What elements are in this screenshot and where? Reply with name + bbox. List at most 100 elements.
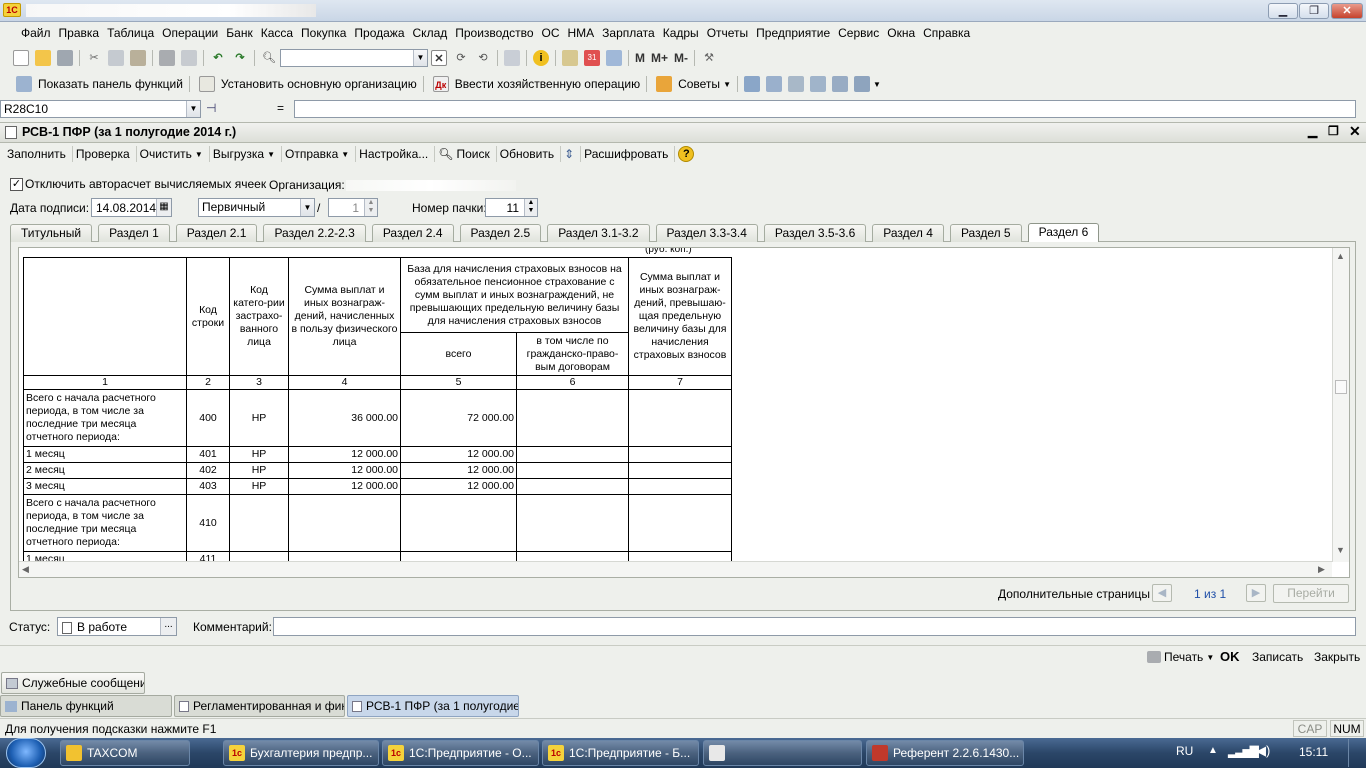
tools-icon[interactable]: ⚒ bbox=[701, 50, 717, 66]
set-main-org-button[interactable]: Установить основную организацию bbox=[193, 76, 420, 92]
report-icon[interactable] bbox=[831, 76, 848, 92]
ellipsis-icon[interactable]: ... bbox=[160, 618, 176, 635]
print-icon[interactable] bbox=[159, 50, 175, 66]
scroll-down-icon[interactable]: ▼ bbox=[1336, 545, 1345, 555]
chevron-down-icon[interactable]: ▼ bbox=[186, 101, 200, 117]
menu-purchase[interactable]: Покупка bbox=[297, 22, 350, 44]
vertical-scrollbar[interactable]: ▲ ▼ bbox=[1332, 248, 1349, 562]
find-icon[interactable]: 🔍︎ bbox=[261, 50, 277, 66]
expand-collapse-button[interactable]: ⇕ bbox=[561, 146, 582, 162]
reg-reports-tab[interactable]: Регламентированная и фин... bbox=[174, 695, 345, 717]
tray-expand-icon[interactable]: ▲ bbox=[1208, 745, 1218, 756]
menu-table[interactable]: Таблица bbox=[103, 22, 158, 44]
menu-file[interactable]: Файл bbox=[17, 22, 55, 44]
payroll-icon[interactable] bbox=[787, 76, 804, 92]
memory-m-button[interactable]: M bbox=[632, 51, 648, 65]
restore-button[interactable]: ❐ bbox=[1299, 3, 1329, 19]
new-icon[interactable] bbox=[13, 50, 29, 66]
copy-icon[interactable] bbox=[108, 50, 124, 66]
pin-icon[interactable]: ⊣ bbox=[206, 101, 216, 115]
menu-fixed-assets[interactable]: ОС bbox=[538, 22, 564, 44]
bank-icon[interactable] bbox=[743, 76, 760, 92]
horizontal-scrollbar[interactable]: ◀ ▶ bbox=[19, 561, 1332, 577]
menu-edit[interactable]: Правка bbox=[55, 22, 104, 44]
calendar-icon[interactable]: ▦ bbox=[156, 199, 171, 216]
scroll-right-icon[interactable]: ▶ bbox=[1318, 564, 1325, 575]
start-button[interactable] bbox=[6, 738, 46, 768]
tab-section-4[interactable]: Раздел 4 bbox=[872, 224, 944, 242]
menu-reports[interactable]: Отчеты bbox=[703, 22, 752, 44]
taskbar-taxcom[interactable]: TAXCOM bbox=[60, 740, 190, 766]
tab-section-2-2-2-3[interactable]: Раздел 2.2-2.3 bbox=[263, 224, 366, 242]
menu-bank[interactable]: Банк bbox=[222, 22, 256, 44]
search-combo[interactable]: ▼ bbox=[280, 49, 428, 67]
clear-button[interactable]: Очистить ▼ bbox=[137, 146, 210, 162]
export-button[interactable]: Выгрузка ▼ bbox=[210, 146, 282, 162]
scroll-left-icon[interactable]: ◀ bbox=[22, 564, 29, 575]
tab-section-6[interactable]: Раздел 6 bbox=[1027, 223, 1100, 242]
comment-field[interactable] bbox=[273, 617, 1356, 636]
settings-button[interactable]: Настройка... bbox=[356, 146, 436, 162]
taskbar-referent[interactable]: Референт 2.2.6.1430... bbox=[866, 740, 1024, 766]
refresh-button[interactable]: Обновить bbox=[497, 146, 562, 162]
clock[interactable]: 15:11 bbox=[1299, 745, 1328, 759]
tab-section-5[interactable]: Раздел 5 bbox=[949, 224, 1022, 242]
find-next-icon[interactable]: ⟳ bbox=[453, 50, 469, 66]
prev-page-button[interactable]: ◀ bbox=[1152, 584, 1172, 602]
network-icon[interactable]: ▂▃▅▇ bbox=[1228, 744, 1259, 758]
function-panel-tab[interactable]: Панель функций bbox=[0, 695, 172, 717]
menu-help[interactable]: Справка bbox=[919, 22, 974, 44]
autocalc-checkbox[interactable]: ✓ bbox=[10, 177, 23, 191]
doc-restore-button[interactable]: ❐ bbox=[1328, 124, 1339, 138]
menu-cash[interactable]: Касса bbox=[257, 22, 297, 44]
windows-icon[interactable] bbox=[504, 50, 520, 66]
calculator-icon[interactable] bbox=[562, 50, 578, 66]
goto-button[interactable]: Перейти bbox=[1273, 584, 1349, 603]
organization-value-redacted[interactable] bbox=[346, 180, 516, 191]
save-disk-icon[interactable] bbox=[57, 50, 73, 66]
language-indicator[interactable]: RU bbox=[1176, 744, 1193, 758]
cut-icon[interactable]: ✂ bbox=[86, 50, 102, 66]
info-icon[interactable]: i bbox=[533, 50, 549, 66]
next-page-button[interactable]: ▶ bbox=[1246, 584, 1266, 602]
print-button[interactable]: Печать ▼ bbox=[1147, 650, 1214, 664]
show-function-panel-button[interactable]: Показать панель функций bbox=[10, 76, 186, 92]
decode-button[interactable]: Расшифровать bbox=[581, 146, 676, 162]
preview-icon[interactable] bbox=[181, 50, 197, 66]
menu-warehouse[interactable]: Склад bbox=[409, 22, 452, 44]
service-messages-button[interactable]: Служебные сообщения bbox=[1, 672, 145, 694]
taskbar-redacted[interactable] bbox=[703, 740, 862, 766]
cell-reference-field[interactable]: R28C10 ▼ bbox=[0, 100, 201, 118]
tab-title[interactable]: Титульный bbox=[10, 224, 93, 242]
close-form-button[interactable]: Закрыть bbox=[1314, 650, 1360, 664]
taskbar-accounting[interactable]: 1с Бухгалтерия предпр... bbox=[223, 740, 379, 766]
volume-icon[interactable]: ◀) bbox=[1256, 743, 1270, 759]
chevron-down-icon[interactable]: ▼ bbox=[873, 80, 881, 89]
redo-icon[interactable]: ↷ bbox=[232, 50, 248, 66]
menu-hr[interactable]: Кадры bbox=[659, 22, 703, 44]
show-desktop-button[interactable] bbox=[1348, 739, 1364, 767]
paste-icon[interactable] bbox=[130, 50, 146, 66]
ok-button[interactable]: OK bbox=[1220, 649, 1240, 664]
spinner-icon[interactable]: ▲ ▼ bbox=[524, 199, 537, 216]
correction-number-field[interactable]: 1 ▲ ▼ bbox=[328, 198, 378, 217]
send-button[interactable]: Отправка ▼ bbox=[282, 146, 357, 162]
scroll-thumb[interactable] bbox=[1335, 380, 1347, 394]
menu-operations[interactable]: Операции bbox=[158, 22, 222, 44]
memory-minus-button[interactable]: M- bbox=[671, 51, 691, 65]
undo-icon[interactable]: ↶ bbox=[210, 50, 226, 66]
tab-section-1[interactable]: Раздел 1 bbox=[98, 224, 170, 242]
report-spreadsheet[interactable]: (руб. коп.) Код строки Код катего-рии за… bbox=[18, 247, 1350, 578]
menu-service[interactable]: Сервис bbox=[834, 22, 883, 44]
formula-input[interactable] bbox=[294, 100, 1356, 118]
open-folder-icon[interactable] bbox=[35, 50, 51, 66]
fill-button[interactable]: Заполнить bbox=[4, 146, 73, 162]
clear-search-icon[interactable]: ✕ bbox=[431, 50, 447, 66]
tab-section-2-4[interactable]: Раздел 2.4 bbox=[371, 224, 454, 242]
rsv-window-tab[interactable]: РСВ-1 ПФР (за 1 полугодие... bbox=[347, 695, 519, 717]
enter-operation-button[interactable]: Дк Ввести хозяйственную операцию bbox=[427, 76, 643, 92]
check-button[interactable]: Проверка bbox=[73, 146, 137, 162]
tab-section-2-1[interactable]: Раздел 2.1 bbox=[175, 224, 258, 242]
spinner-icon[interactable]: ▲ ▼ bbox=[364, 199, 377, 216]
menu-windows[interactable]: Окна bbox=[883, 22, 919, 44]
